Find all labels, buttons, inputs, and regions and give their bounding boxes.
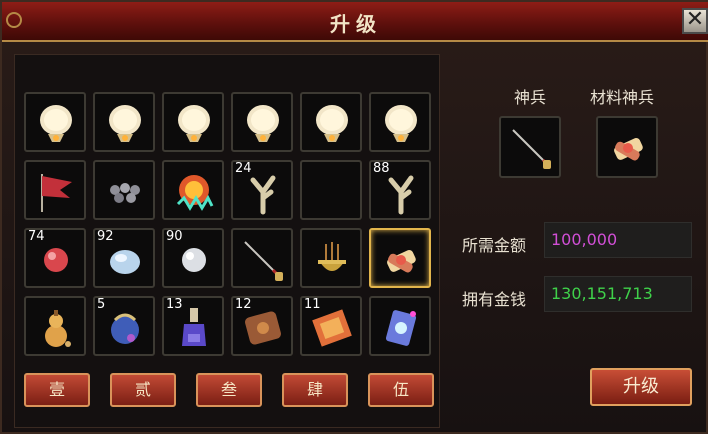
inventory-slot[interactable]	[24, 296, 86, 356]
incense-burner-icon	[318, 242, 346, 271]
inventory-slot[interactable]	[231, 228, 293, 288]
inventory-slot[interactable]: 11	[300, 296, 362, 356]
scroll-bundle-icon	[387, 249, 416, 273]
inventory-slot[interactable]: 24	[231, 160, 293, 220]
scroll-bundle-icon	[614, 137, 643, 161]
inventory-slot[interactable]: 90	[162, 228, 224, 288]
item-quantity: 24	[235, 161, 252, 176]
item-quantity: 13	[166, 297, 183, 312]
upgrade-button[interactable]: 升级	[590, 368, 692, 406]
inventory-slot[interactable]: 12	[231, 296, 293, 356]
upgrade-window: 升级 ✕ 24 88 74 92 90 5 13 12 11 壹 贰 叁 肆 伍 神兵 材料神兵	[0, 0, 708, 434]
lantern-icon	[385, 105, 417, 142]
item-quantity: 90	[166, 229, 183, 244]
inventory-slot[interactable]	[369, 92, 431, 152]
cost-label: 所需金额	[462, 236, 527, 255]
money-label: 拥有金钱	[462, 290, 527, 309]
cost-value: 100,000	[544, 222, 692, 258]
item-quantity: 74	[28, 229, 45, 244]
inventory-slot[interactable]	[300, 160, 362, 220]
lantern-icon	[178, 105, 210, 142]
tab-page-3[interactable]: 叁	[196, 373, 262, 407]
inventory-slot[interactable]: 13	[162, 296, 224, 356]
money-value: 130,151,713	[544, 276, 692, 312]
window-title: 升级	[330, 12, 382, 36]
tab-page-5[interactable]: 伍	[368, 373, 434, 407]
weapon-label: 神兵	[514, 88, 547, 107]
inventory-slot[interactable]	[369, 296, 431, 356]
tab-page-1[interactable]: 壹	[24, 373, 90, 407]
gourd-icon	[45, 310, 71, 347]
blue-bag-icon	[111, 313, 139, 344]
inventory-slot[interactable]: 5	[93, 296, 155, 356]
weapon-slot[interactable]	[499, 116, 561, 178]
item-quantity: 5	[97, 297, 106, 312]
inventory-slot[interactable]	[369, 228, 431, 288]
tab-page-2[interactable]: 贰	[110, 373, 176, 407]
inventory-slot[interactable]: 88	[369, 160, 431, 220]
inventory-slot[interactable]	[300, 92, 362, 152]
rune-card-icon	[385, 310, 417, 346]
inventory-slot[interactable]	[24, 92, 86, 152]
inventory-slot[interactable]	[24, 160, 86, 220]
pearls-icon	[110, 183, 140, 203]
fire-orb-icon	[176, 175, 214, 211]
item-quantity: 92	[97, 229, 114, 244]
title-bar: 升级 ✕	[2, 2, 708, 42]
inventory-slot[interactable]: 74	[24, 228, 86, 288]
lantern-icon	[316, 105, 348, 142]
spear-icon	[512, 129, 551, 169]
inventory-slot[interactable]	[231, 92, 293, 152]
lantern-icon	[247, 105, 279, 142]
inventory-slot[interactable]	[93, 92, 155, 152]
spear-icon	[244, 241, 283, 281]
inventory-slot[interactable]	[162, 160, 224, 220]
inventory-slot[interactable]	[162, 92, 224, 152]
inventory-slot[interactable]	[300, 228, 362, 288]
material-slot[interactable]	[596, 116, 658, 178]
item-quantity: 11	[304, 297, 321, 312]
item-quantity: 12	[235, 297, 252, 312]
red-flag-icon	[41, 174, 72, 212]
material-label: 材料神兵	[590, 88, 655, 107]
inventory-slot[interactable]: 92	[93, 228, 155, 288]
lantern-icon	[40, 105, 72, 142]
close-button[interactable]: ✕	[682, 8, 708, 34]
tab-page-4[interactable]: 肆	[282, 373, 348, 407]
item-quantity: 88	[373, 161, 390, 176]
inventory-slot[interactable]	[93, 160, 155, 220]
lantern-icon	[109, 105, 141, 142]
